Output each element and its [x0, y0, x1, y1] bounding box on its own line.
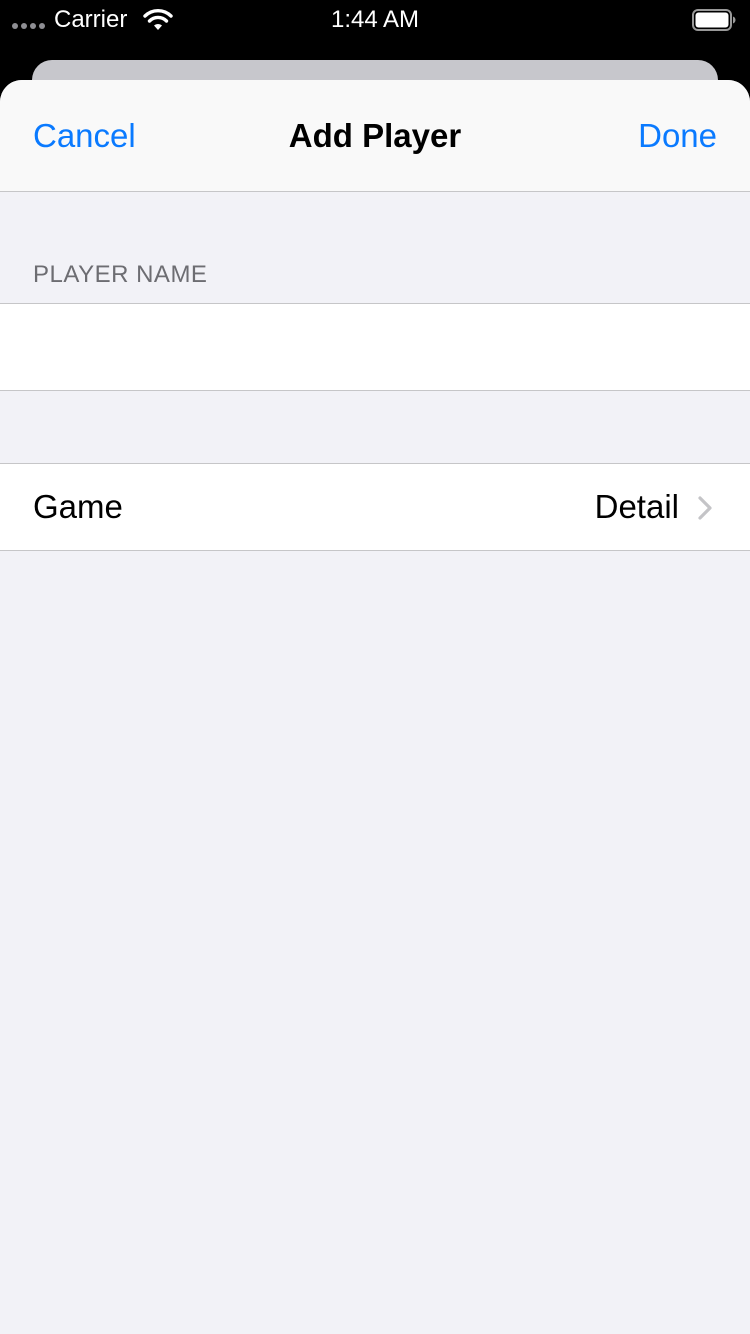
game-label: Game — [33, 488, 123, 525]
status-time: 1:44 AM — [330, 6, 420, 33]
game-row[interactable]: Game Detail — [0, 463, 750, 551]
game-detail-value: Detail — [594, 488, 679, 525]
chevron-right-icon — [698, 496, 712, 520]
screen: Carrier 1:44 AM Cancel Add Player Done P… — [0, 0, 750, 1334]
player-name-section-header: PLAYER NAME — [33, 261, 208, 288]
done-button[interactable]: Done — [638, 116, 717, 156]
add-player-sheet: Cancel Add Player Done PLAYER NAME Game … — [0, 80, 750, 1334]
battery-icon — [692, 9, 736, 31]
player-name-row — [0, 303, 750, 391]
player-name-input[interactable] — [33, 304, 717, 390]
status-bar: Carrier 1:44 AM — [0, 0, 750, 40]
cancel-button[interactable]: Cancel — [33, 116, 136, 156]
navigation-bar: Cancel Add Player Done — [0, 80, 750, 192]
